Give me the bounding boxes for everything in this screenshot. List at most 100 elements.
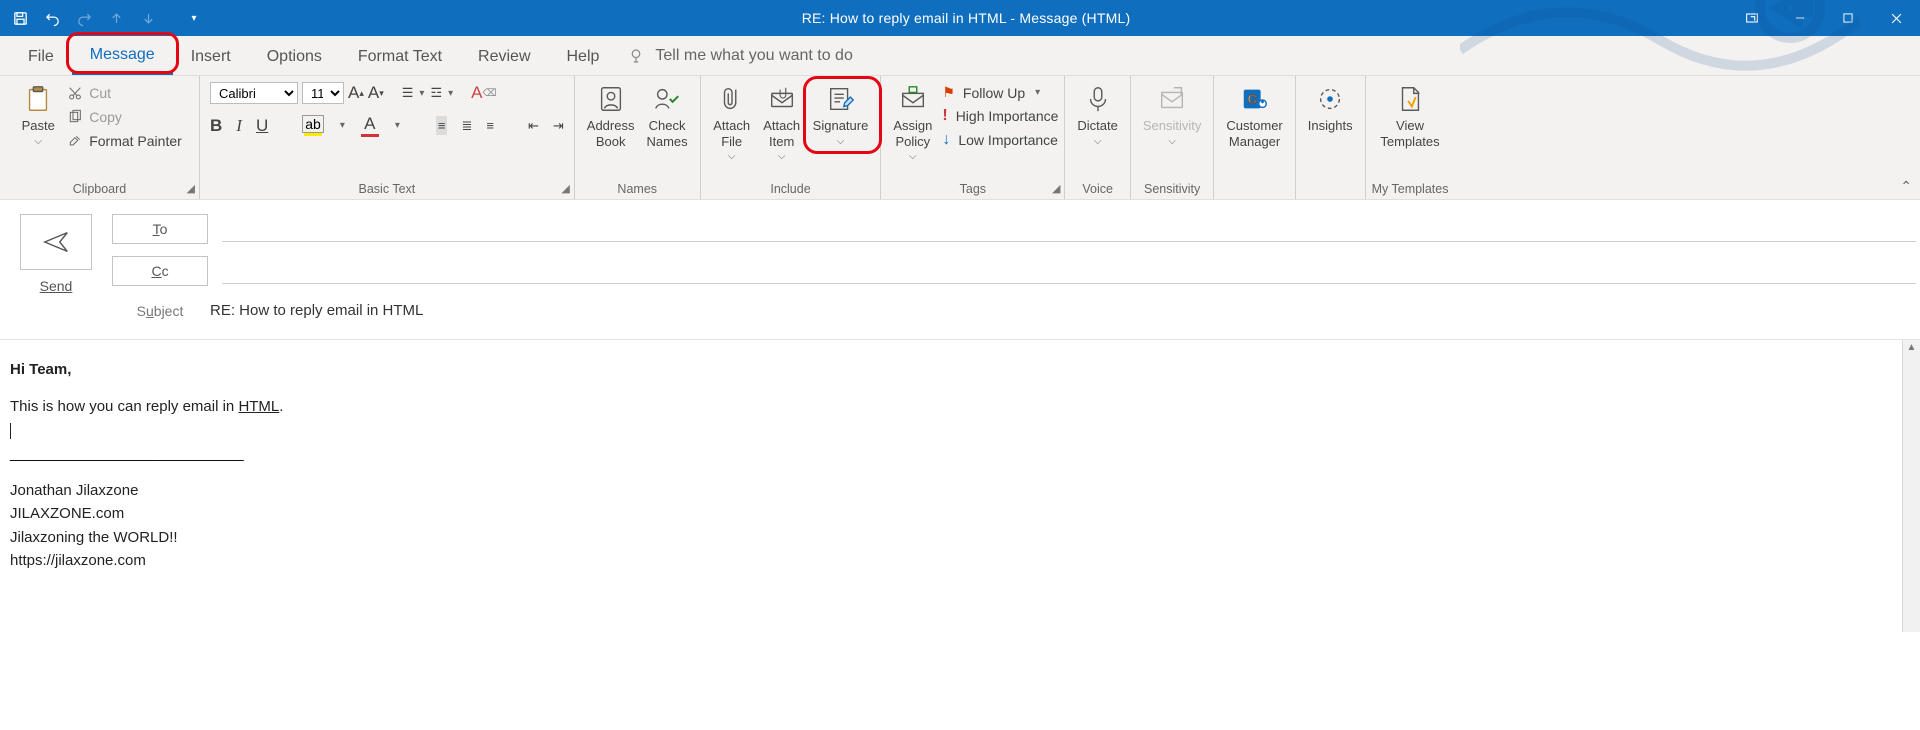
basic-text-launcher-icon[interactable]: ◢ bbox=[561, 182, 569, 195]
increase-indent-icon[interactable]: ⇥ bbox=[553, 118, 564, 134]
address-book-button[interactable]: AddressBook bbox=[581, 80, 641, 151]
decrease-indent-icon[interactable]: ⇤ bbox=[528, 118, 539, 134]
view-templates-button[interactable]: ViewTemplates bbox=[1374, 80, 1445, 151]
highlight-color-button[interactable]: ab bbox=[302, 115, 324, 136]
qat-undo-icon[interactable] bbox=[42, 8, 62, 28]
signature-separator: ____________________________ bbox=[10, 442, 1892, 465]
copy-button[interactable]: Copy bbox=[63, 108, 186, 126]
highlight-chevron-icon[interactable]: ▾ bbox=[338, 120, 347, 131]
tell-me-search[interactable]: Tell me what you want to do bbox=[627, 36, 852, 75]
group-customer-empty bbox=[1253, 179, 1256, 199]
font-family-select[interactable]: Calibri bbox=[210, 82, 298, 104]
cc-field[interactable] bbox=[222, 258, 1916, 284]
bold-button[interactable]: B bbox=[210, 116, 222, 136]
numbering-icon[interactable]: ☲ bbox=[430, 85, 442, 101]
font-color-chevron-icon[interactable]: ▾ bbox=[393, 120, 402, 131]
cc-button[interactable]: Cc bbox=[112, 256, 208, 286]
sig-line-1: Jonathan Jilaxzone bbox=[10, 479, 1892, 502]
sensitivity-button: Sensitivity bbox=[1137, 80, 1208, 150]
bullets-icon[interactable]: ☰ bbox=[402, 85, 414, 101]
group-tags-label: Tags bbox=[960, 179, 986, 199]
cut-label: Cut bbox=[89, 85, 111, 101]
qat-save-icon[interactable] bbox=[10, 8, 30, 28]
dictate-button[interactable]: Dictate bbox=[1071, 80, 1123, 150]
scrollbar[interactable]: ▲ bbox=[1902, 340, 1920, 632]
window-title: RE: How to reply email in HTML - Message… bbox=[204, 10, 1728, 26]
customer-manager-label: CustomerManager bbox=[1226, 118, 1282, 149]
high-importance-label: High Importance bbox=[956, 108, 1059, 124]
align-right-icon[interactable]: ≡ bbox=[486, 118, 494, 133]
high-importance-button[interactable]: ! High Importance bbox=[942, 107, 1058, 125]
align-left-icon[interactable]: ≡ bbox=[436, 116, 448, 135]
window-maximize-icon[interactable] bbox=[1824, 0, 1872, 36]
tab-message[interactable]: Message bbox=[72, 36, 173, 75]
clear-formatting-icon[interactable]: A⌫ bbox=[471, 83, 496, 103]
numbering-chevron-icon[interactable]: ▾ bbox=[446, 88, 455, 99]
follow-up-button[interactable]: ⚑Follow Up▾ bbox=[942, 84, 1058, 101]
collapse-ribbon-icon[interactable]: ⌃ bbox=[1900, 178, 1912, 195]
assign-policy-button[interactable]: AssignPolicy bbox=[887, 80, 938, 165]
clipboard-launcher-icon[interactable]: ◢ bbox=[187, 182, 195, 195]
subject-field[interactable]: RE: How to reply email in HTML bbox=[208, 298, 1916, 323]
exclamation-icon: ! bbox=[942, 107, 947, 125]
scroll-up-icon[interactable]: ▲ bbox=[1903, 342, 1920, 353]
tab-format-text[interactable]: Format Text bbox=[340, 36, 460, 75]
qat-next-icon[interactable] bbox=[138, 8, 158, 28]
attach-file-button[interactable]: AttachFile bbox=[707, 80, 757, 165]
to-label-rest: o bbox=[160, 221, 168, 237]
tab-file[interactable]: File bbox=[10, 36, 72, 75]
send-label: Send bbox=[40, 278, 73, 294]
body-greeting: Hi Team, bbox=[10, 361, 71, 378]
tab-insert[interactable]: Insert bbox=[173, 36, 249, 75]
shrink-font-icon[interactable]: A▾ bbox=[368, 83, 384, 103]
follow-up-label: Follow Up bbox=[963, 85, 1025, 101]
check-names-label: CheckNames bbox=[646, 118, 687, 149]
insights-label: Insights bbox=[1308, 118, 1353, 134]
qat-customize-icon[interactable]: ▾ bbox=[184, 8, 204, 28]
format-painter-button[interactable]: Format Painter bbox=[63, 132, 186, 150]
italic-button[interactable]: I bbox=[236, 116, 242, 136]
text-caret bbox=[10, 423, 11, 439]
tab-review[interactable]: Review bbox=[460, 36, 548, 75]
check-names-button[interactable]: CheckNames bbox=[640, 80, 693, 151]
qat-redo-icon[interactable] bbox=[74, 8, 94, 28]
signature-label: Signature bbox=[813, 118, 869, 134]
message-body-wrapper: Hi Team, This is how you can reply email… bbox=[0, 340, 1920, 632]
to-field[interactable] bbox=[222, 216, 1916, 242]
tags-launcher-icon[interactable]: ◢ bbox=[1052, 182, 1060, 195]
cut-button[interactable]: Cut bbox=[63, 84, 186, 102]
underline-button[interactable]: U bbox=[256, 116, 268, 136]
tab-help[interactable]: Help bbox=[549, 36, 618, 75]
window-close-icon[interactable] bbox=[1872, 0, 1920, 36]
attach-item-button[interactable]: AttachItem bbox=[757, 80, 807, 165]
group-sensitivity-label: Sensitivity bbox=[1144, 179, 1200, 199]
body-line1b: HTML bbox=[238, 398, 279, 415]
signature-button[interactable]: Signature bbox=[807, 80, 875, 150]
qat-previous-icon[interactable] bbox=[106, 8, 126, 28]
arrow-down-icon: ↓ bbox=[942, 131, 950, 149]
tab-options[interactable]: Options bbox=[249, 36, 340, 75]
align-center-icon[interactable]: ≣ bbox=[461, 118, 472, 134]
dictate-label: Dictate bbox=[1077, 118, 1117, 134]
font-color-button[interactable]: A bbox=[361, 114, 379, 137]
address-book-label: AddressBook bbox=[587, 118, 635, 149]
insights-button[interactable]: Insights bbox=[1302, 80, 1359, 136]
assign-policy-label: AssignPolicy bbox=[893, 118, 932, 149]
window-minimize-icon[interactable] bbox=[1776, 0, 1824, 36]
bullets-chevron-icon[interactable]: ▾ bbox=[417, 88, 426, 99]
to-button[interactable]: To bbox=[112, 214, 208, 244]
send-button[interactable] bbox=[20, 214, 92, 270]
paste-label: Paste bbox=[22, 118, 55, 134]
attach-file-label: AttachFile bbox=[713, 118, 750, 149]
window-popin-icon[interactable] bbox=[1728, 0, 1776, 36]
low-importance-button[interactable]: ↓Low Importance bbox=[942, 131, 1058, 149]
grow-font-icon[interactable]: A▴ bbox=[348, 83, 364, 103]
message-body[interactable]: Hi Team, This is how you can reply email… bbox=[0, 340, 1902, 632]
customer-manager-button[interactable]: C CustomerManager bbox=[1220, 80, 1288, 151]
group-basic-text-label: Basic Text bbox=[359, 179, 416, 199]
copy-label: Copy bbox=[89, 109, 122, 125]
view-templates-label: ViewTemplates bbox=[1380, 118, 1439, 149]
tell-me-text: Tell me what you want to do bbox=[655, 47, 852, 65]
font-size-select[interactable]: 11 bbox=[302, 82, 344, 104]
paste-button[interactable]: Paste bbox=[13, 80, 63, 150]
